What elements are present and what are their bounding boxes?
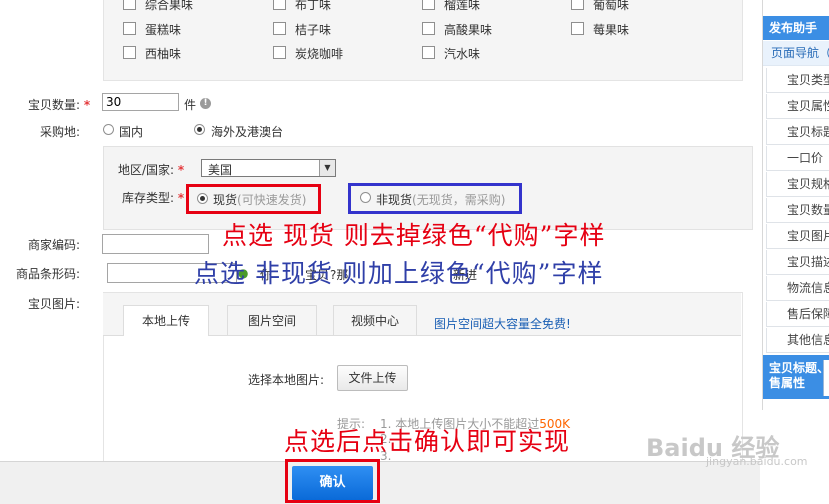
checkbox[interactable] xyxy=(422,22,435,35)
purchase-overseas-label: 海外及港澳台 xyxy=(211,125,284,139)
merchant-code-label: 商家编码: xyxy=(28,238,81,252)
quantity-input[interactable] xyxy=(102,93,179,111)
annotation-in-stock: 点选 现货 则去掉绿色“代购”字样 xyxy=(222,221,606,250)
radio-icon[interactable] xyxy=(194,124,205,135)
checkbox[interactable] xyxy=(422,46,435,59)
choose-local-image-label: 选择本地图片: xyxy=(248,373,325,387)
info-icon[interactable]: ! xyxy=(200,98,211,109)
sidebar-scrollbar[interactable] xyxy=(823,360,829,396)
checkbox[interactable] xyxy=(123,0,136,10)
quantity-label: 宝贝数量: * xyxy=(28,98,91,112)
flavor-options-panel: 综合果味 布丁味 榴莲味 葡萄味 蛋糕味 桔子味 高酸果味 莓果味 西柚味 炭烧… xyxy=(103,0,743,81)
quantity-unit: 件 xyxy=(184,98,197,112)
tab-video-center[interactable]: 视频中心 xyxy=(333,305,417,335)
region-select[interactable]: 美国 ▼ xyxy=(201,159,336,177)
in-stock-radio[interactable] xyxy=(197,193,208,207)
purchase-overseas-radio[interactable] xyxy=(194,124,205,138)
annotation-confirm: 点选后点击确认即可实现 xyxy=(284,427,571,456)
radio-icon[interactable] xyxy=(197,193,208,204)
checkbox[interactable] xyxy=(273,46,286,59)
checkbox[interactable] xyxy=(273,0,286,10)
sidebar-item-price[interactable]: 一口价 xyxy=(766,146,829,171)
baidu-watermark-url: jingyan.baidu.com xyxy=(706,455,808,468)
annotation-out-stock: 点选 非现货 则加上绿色“代购”字样 xyxy=(194,259,604,288)
checkbox[interactable] xyxy=(571,22,584,35)
tab-image-space[interactable]: 图片空间 xyxy=(227,305,317,335)
confirm-button[interactable]: 确认 xyxy=(292,466,373,500)
sidebar-title: 发布助手 xyxy=(763,16,829,40)
image-space-promo-link[interactable]: 图片空间超大容量全免费! xyxy=(434,315,571,332)
sidebar-item-type[interactable]: 宝贝类型 xyxy=(766,68,829,93)
sidebar-item-spec[interactable]: 宝贝规格 xyxy=(766,172,829,197)
region-label: 地区/国家: * xyxy=(118,163,185,177)
sidebar-item-images[interactable]: 宝贝图片 xyxy=(766,224,829,249)
merchant-code-input[interactable] xyxy=(102,234,209,254)
sidebar-item-after-sales[interactable]: 售后保障 xyxy=(766,302,829,327)
purchase-location-label: 采购地: xyxy=(40,125,81,139)
radio-icon[interactable] xyxy=(103,124,114,135)
sidebar-item-description[interactable]: 宝贝描述 xyxy=(766,250,829,275)
checkbox[interactable] xyxy=(123,22,136,35)
images-label: 宝贝图片: xyxy=(28,297,81,311)
sidebar-item-attributes[interactable]: 宝贝属性 xyxy=(766,94,829,119)
sidebar-item-quantity[interactable]: 宝贝数量 xyxy=(766,198,829,223)
sidebar-item-other[interactable]: 其他信息 xyxy=(766,328,829,353)
footer-bar xyxy=(0,461,760,504)
sidebar-footer: 宝贝标题、售属性 xyxy=(763,355,829,399)
sidebar-page-nav[interactable]: 页面导航（ xyxy=(763,41,829,66)
in-stock-option: 现货(可快速发货) xyxy=(213,193,307,207)
checkbox[interactable] xyxy=(273,22,286,35)
checkbox[interactable] xyxy=(123,46,136,59)
sidebar-item-logistics[interactable]: 物流信息 xyxy=(766,276,829,301)
region-select-value: 美国 xyxy=(208,163,233,177)
purchase-domestic-radio[interactable] xyxy=(103,124,114,138)
chevron-down-icon[interactable]: ▼ xyxy=(319,160,335,176)
tab-local-upload[interactable]: 本地上传 xyxy=(123,305,209,336)
out-stock-option: 非现货(无现货，需采购) xyxy=(376,193,506,207)
stock-type-label: 库存类型: * xyxy=(122,191,185,205)
out-stock-radio[interactable] xyxy=(360,192,371,206)
barcode-label: 商品条形码: xyxy=(16,267,81,281)
checkbox[interactable] xyxy=(422,0,435,10)
purchase-domestic-label: 国内 xyxy=(119,125,144,139)
sidebar-item-title[interactable]: 宝贝标题 xyxy=(766,120,829,145)
checkbox[interactable] xyxy=(571,0,584,10)
file-upload-button[interactable]: 文件上传 xyxy=(337,365,408,391)
radio-icon[interactable] xyxy=(360,192,371,203)
